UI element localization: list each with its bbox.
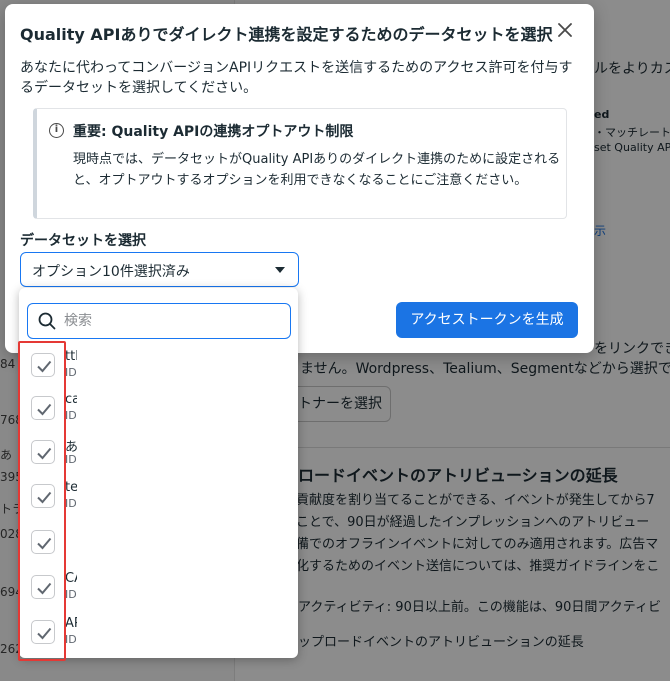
dataset-select[interactable]: オプション10件選択済み (20, 252, 299, 287)
dialog-description: あなたに代わってコンバージョンAPIリクエストを送信するためのアクセス許可を付与… (20, 60, 573, 96)
notice-title: 重要: Quality APIの連携オプトアウト制限 (73, 124, 354, 140)
close-button[interactable] (553, 18, 577, 42)
generate-token-button[interactable]: アクセストークンを生成 (396, 302, 578, 338)
info-icon: i (49, 123, 64, 138)
dialog-title: Quality APIありでダイレクト連携を設定するためのデータセットを選択 (20, 25, 553, 44)
important-notice: i 重要: Quality APIの連携オプトアウト制限 現時点では、データセッ… (33, 108, 567, 219)
dataset-select-value: オプション10件選択済み (32, 264, 190, 280)
search-input[interactable] (62, 308, 282, 334)
dataset-field-label: データセットを選択 (20, 233, 146, 249)
caret-down-icon (275, 267, 285, 273)
notice-body: 現時点では、データセットがQuality APIありのダイレクト連携のために設定… (73, 152, 561, 188)
search-icon (38, 312, 56, 330)
highlight-annotation (18, 341, 66, 661)
search-box[interactable] (27, 303, 291, 339)
redacted-area (77, 346, 295, 649)
close-icon (558, 23, 572, 37)
